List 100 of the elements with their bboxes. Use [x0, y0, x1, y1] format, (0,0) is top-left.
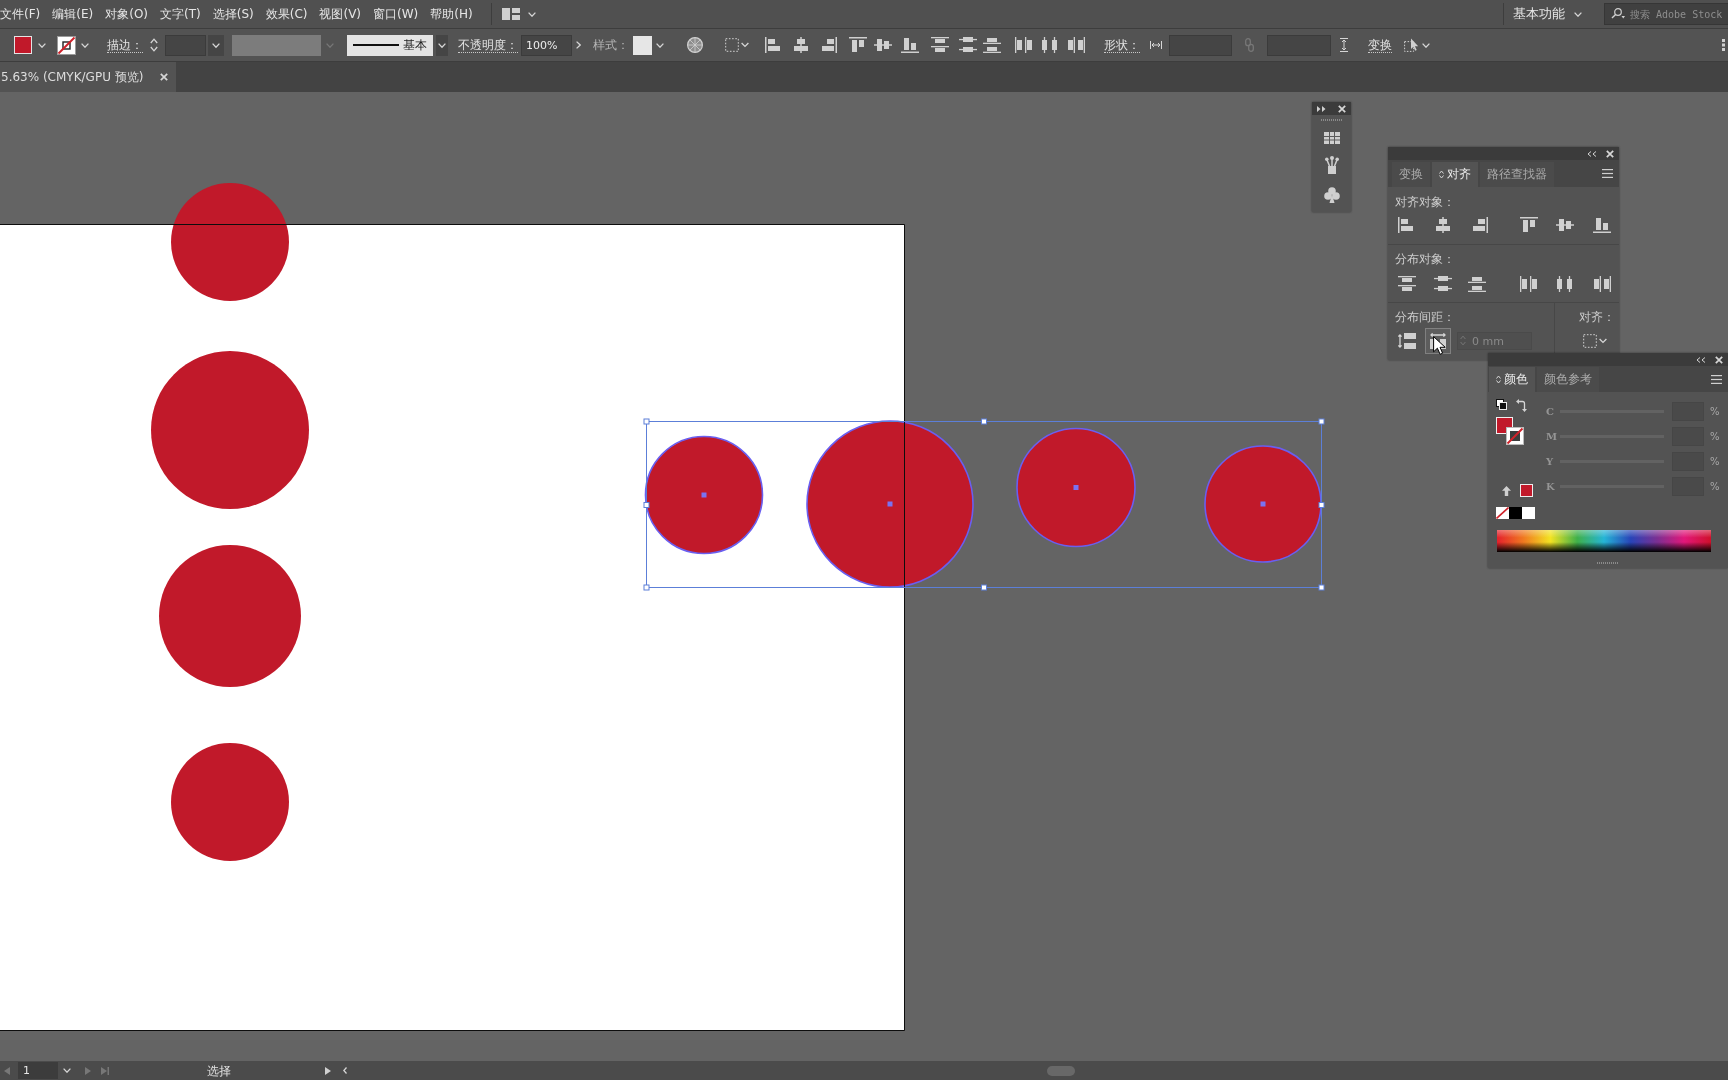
artboard-number-field[interactable]: 1 — [18, 1062, 58, 1079]
expand-icon[interactable] — [1317, 105, 1326, 112]
menu-item[interactable]: 窗口(W) — [367, 6, 425, 22]
swap-arrow-icon[interactable] — [1516, 399, 1527, 412]
stroke-label[interactable]: 描边： — [107, 37, 143, 53]
panel-tab[interactable]: 颜色 — [1489, 367, 1535, 392]
distribute-vertical-spacing-icon[interactable] — [1398, 333, 1416, 349]
channel-label: C — [1546, 405, 1555, 418]
resize-handle[interactable] — [981, 418, 987, 425]
fill-swatch-icon[interactable] — [14, 36, 32, 54]
collapse-icon[interactable] — [1696, 356, 1706, 363]
opacity-label[interactable]: 不透明度： — [458, 37, 518, 53]
collapse-icon[interactable] — [1587, 150, 1597, 157]
align-top-icon[interactable] — [849, 37, 867, 53]
current-tool-menu[interactable]: 选择 — [207, 1063, 231, 1078]
align-horizontal-center-icon[interactable] — [792, 37, 810, 53]
menu-item[interactable]: 帮助(H) — [424, 6, 479, 22]
close-icon[interactable] — [1338, 104, 1346, 113]
menu-icon[interactable] — [1602, 169, 1613, 178]
resize-handle[interactable] — [1318, 584, 1325, 591]
workspace-menu[interactable]: 基本功能 — [1513, 6, 1565, 22]
align-vertical-center-icon[interactable] — [1556, 217, 1574, 233]
style-swatch-icon[interactable] — [633, 35, 652, 55]
width-field[interactable] — [1169, 34, 1232, 56]
align-vertical-center-icon[interactable] — [874, 37, 892, 53]
align-horizontal-center-icon[interactable] — [1434, 217, 1452, 233]
distribute-vertical-center-icon[interactable] — [1434, 276, 1452, 292]
layout-grid-icon[interactable] — [501, 8, 520, 20]
menu-item[interactable]: 选择(S) — [206, 6, 260, 22]
menu-item[interactable]: 对象(O) — [99, 6, 155, 22]
distribute-horizontal-center-icon[interactable] — [1041, 37, 1059, 53]
close-icon[interactable] — [1606, 149, 1614, 158]
color-swatch-icon[interactable] — [1520, 484, 1533, 497]
close-icon[interactable] — [160, 73, 169, 81]
chevron-down-icon[interactable] — [208, 34, 224, 56]
distribute-top-icon[interactable] — [1398, 276, 1416, 292]
align-left-icon[interactable] — [1398, 217, 1416, 233]
align-bottom-icon[interactable] — [1593, 217, 1611, 233]
resize-handle[interactable] — [643, 502, 650, 508]
color-swatch-icon[interactable] — [1509, 507, 1522, 519]
dotted-box-icon[interactable] — [725, 38, 749, 52]
resize-handle[interactable] — [981, 584, 987, 591]
resize-handle[interactable] — [643, 418, 650, 425]
color-swatch-icon[interactable] — [1522, 507, 1535, 519]
brush-dropdown[interactable]: 基本 — [347, 34, 433, 56]
menu-item[interactable]: 效果(C) — [259, 6, 314, 22]
default-colors-icon[interactable] — [1496, 399, 1507, 410]
search-field[interactable]: 搜索 Adobe Stock — [1604, 3, 1728, 25]
distribute-bottom-icon[interactable] — [1468, 276, 1486, 292]
grid-icon[interactable] — [1323, 132, 1340, 144]
chevron-down-icon[interactable] — [436, 34, 448, 56]
scrollbar-thumb[interactable] — [1047, 1065, 1075, 1076]
menu-item[interactable]: 视图(V) — [313, 6, 368, 22]
color-spectrum[interactable] — [1497, 530, 1711, 552]
shape-label[interactable]: 形状： — [1104, 37, 1140, 53]
close-icon[interactable] — [1715, 355, 1723, 364]
percent-unit: % — [1710, 480, 1720, 493]
chevron-right-icon[interactable] — [576, 41, 581, 49]
stroke-weight-field[interactable] — [165, 34, 206, 56]
panel-tab[interactable]: 对齐 — [1432, 162, 1478, 187]
menu-item[interactable]: 文字(T) — [154, 6, 207, 22]
brushes-icon[interactable] — [1324, 156, 1339, 174]
align-right-icon[interactable] — [819, 37, 837, 53]
panel-tab[interactable]: 路径查找器 — [1480, 162, 1554, 187]
box-pointer-icon[interactable] — [1404, 38, 1419, 52]
menu-item[interactable]: 文件(F) — [0, 6, 47, 22]
align-bottom-icon[interactable] — [901, 37, 919, 53]
align-left-icon[interactable] — [765, 37, 783, 53]
panel-grip-icon[interactable] — [1722, 39, 1725, 51]
scroll-left-icon[interactable] — [343, 1067, 347, 1074]
dotted-box-icon[interactable] — [1583, 334, 1607, 348]
resize-handle[interactable] — [643, 584, 650, 591]
align-right-icon[interactable] — [1470, 217, 1488, 233]
distribute-left-icon[interactable] — [1015, 37, 1033, 53]
distribute-right-icon[interactable] — [1593, 276, 1611, 292]
align-top-icon[interactable] — [1520, 217, 1538, 233]
menu-item[interactable]: 编辑(E) — [46, 6, 100, 22]
distribute-left-icon[interactable] — [1520, 276, 1538, 292]
panel-tab[interactable]: 变换 — [1392, 162, 1430, 187]
distribute-top-icon[interactable] — [931, 37, 949, 53]
color-wheel-icon[interactable] — [687, 37, 703, 53]
stroke-none-swatch-icon[interactable] — [57, 35, 76, 55]
distribute-right-icon[interactable] — [1067, 37, 1085, 53]
distribute-vertical-center-icon[interactable] — [959, 37, 977, 53]
distribute-horizontal-center-icon[interactable] — [1556, 276, 1574, 292]
transform-label[interactable]: 变换 — [1368, 37, 1392, 53]
distribute-bottom-icon[interactable] — [983, 37, 1001, 53]
play-icon[interactable] — [325, 1066, 331, 1075]
menu-icon[interactable] — [1711, 374, 1722, 384]
none-swatch-icon[interactable] — [1496, 507, 1509, 519]
height-field[interactable] — [1267, 34, 1331, 56]
opacity-field[interactable]: 100% — [521, 34, 572, 56]
panel-tab[interactable]: 颜色参考 — [1537, 367, 1599, 392]
resize-handle[interactable] — [1318, 418, 1325, 425]
width-icon — [1150, 41, 1162, 49]
club-icon[interactable] — [1323, 187, 1340, 203]
document-tab[interactable]: 5.63% (CMYK/GPU 预览) — [0, 62, 177, 92]
stroke-none-swatch-icon[interactable] — [1506, 427, 1524, 445]
up-arrow-icon[interactable] — [1502, 485, 1511, 496]
resize-handle[interactable] — [1318, 502, 1325, 508]
